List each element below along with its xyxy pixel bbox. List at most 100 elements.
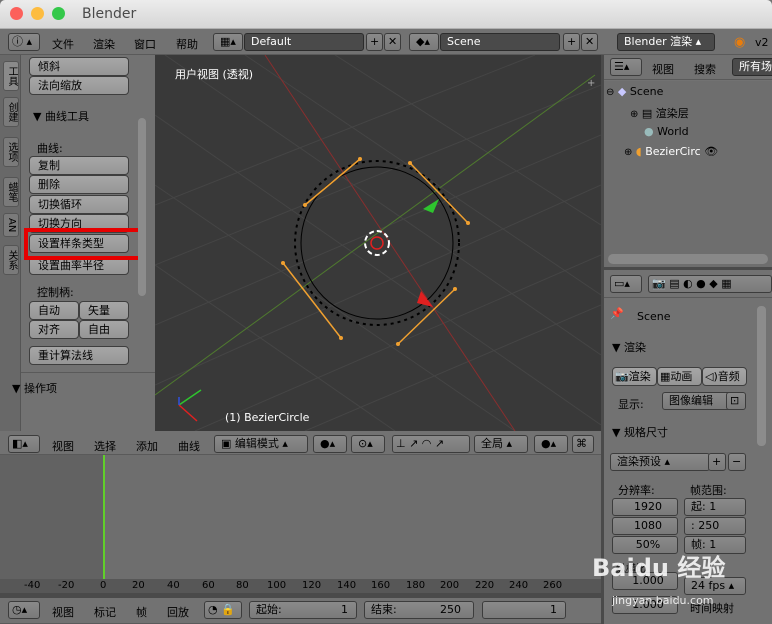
frame-start-field[interactable]: 起: 1 [684, 498, 746, 516]
visibility-eye-icon[interactable]: 👁 [704, 145, 718, 158]
add-region-icon[interactable]: + [587, 78, 595, 89]
layout-name-field[interactable]: Default [244, 33, 364, 51]
timeline-menu-view[interactable]: 视图 [52, 604, 74, 620]
viewport-editor-type-button[interactable]: ◧▴ [8, 435, 40, 453]
delete-button[interactable]: 删除 [29, 175, 129, 194]
timeline-menu-playback[interactable]: 回放 [167, 604, 189, 620]
manipulator-buttons[interactable]: ⊥ ↗ ◠ ↗ [392, 435, 470, 453]
lock-icon[interactable]: ⊡ [726, 392, 746, 410]
ruler-tick: 200 [440, 580, 460, 591]
tab-create[interactable]: 创建 [3, 97, 19, 127]
curve-tools-header[interactable]: ▼ 曲线工具 [33, 108, 89, 124]
handle-auto-button[interactable]: 自动 [29, 301, 79, 320]
display-dropdown[interactable]: 图像编辑 [662, 392, 732, 410]
remove-scene-icon[interactable]: ✕ [581, 33, 598, 51]
outliner-menu-view[interactable]: 视图 [652, 61, 674, 77]
editor-type-info-button[interactable]: ⓘ ▴ [8, 33, 40, 51]
resolution-label: 分辨率: [618, 484, 655, 497]
snap-toggle[interactable]: ⌘ [572, 435, 594, 453]
minimize-window-button[interactable] [31, 7, 44, 20]
divider [21, 372, 155, 373]
render-panel-header[interactable]: ▼ 渲染 [612, 339, 646, 355]
ruler-tick: 0 [100, 580, 107, 591]
outliner-filter-dropdown[interactable]: 所有场 [732, 58, 772, 76]
animation-button[interactable]: ▦动画 [657, 367, 702, 386]
render-preset-label: 渲染预设 [617, 455, 661, 468]
scene-icon-button[interactable]: ◆▴ [409, 33, 439, 51]
duplicate-button[interactable]: 复制 [29, 156, 129, 175]
current-frame-field[interactable]: 1 [482, 601, 566, 619]
area-divider-bottom[interactable] [0, 593, 604, 598]
tool-shelf-scrollbar[interactable] [138, 118, 146, 296]
viewport-menu-add[interactable]: 添加 [136, 438, 158, 454]
menu-render[interactable]: 渲染 [93, 36, 115, 52]
dimensions-panel-header[interactable]: ▼ 规格尺寸 [612, 424, 668, 440]
start-frame-field[interactable]: 起始: 1 [249, 601, 357, 619]
3d-viewport[interactable]: 用户视图 (透视) (1) BezierCircle + [155, 55, 601, 431]
resolution-x-field[interactable]: 1920 [612, 498, 678, 516]
operator-panel-header[interactable]: ▼ 操作项 [12, 380, 57, 396]
tab-grease-pencil[interactable]: 蜡笔 [3, 177, 19, 207]
handle-free-button[interactable]: 自由 [79, 320, 129, 339]
audio-button[interactable]: ◁)音频 [702, 367, 747, 386]
outliner-item-world[interactable]: ● World [644, 125, 770, 143]
timeline-ruler: -40 -20 0 20 40 60 80 100 120 140 160 18… [0, 579, 604, 593]
add-preset-icon[interactable]: + [708, 453, 726, 471]
add-layout-icon[interactable]: + [366, 33, 383, 51]
outliner-item-bezier[interactable]: ⊕ ◖ BezierCirc 👁 [624, 145, 770, 163]
mode-dropdown[interactable]: ▣ 编辑模式 ▴ [214, 435, 308, 453]
add-scene-icon[interactable]: + [563, 33, 580, 51]
orientation-dropdown[interactable]: 全局 ▴ [474, 435, 528, 453]
timeline-menu-marker[interactable]: 标记 [94, 604, 116, 620]
render-preset-dropdown[interactable]: 渲染预设 ▴ [610, 453, 710, 471]
shading-dropdown[interactable]: ●▴ [313, 435, 347, 453]
viewport-menu-curve[interactable]: 曲线 [178, 438, 200, 454]
resolution-y-field[interactable]: 1080 [612, 517, 678, 535]
recalc-normals-button[interactable]: 重计算法线 [29, 346, 129, 365]
toggle-cyclic-button[interactable]: 切换循环 [29, 195, 129, 214]
current-frame-indicator[interactable] [103, 455, 105, 579]
timeline-editor-type-button[interactable]: ◷▴ [8, 601, 40, 619]
zoom-window-button[interactable] [52, 7, 65, 20]
frame-end-field[interactable]: : 250 [684, 517, 746, 535]
remove-layout-icon[interactable]: ✕ [384, 33, 401, 51]
properties-context-tabs[interactable]: 📷 ▤ ◐ ● ◆ ▦ [648, 275, 772, 293]
keying-buttons[interactable]: ◔ 🔒 [204, 601, 242, 619]
area-divider-right[interactable] [604, 267, 772, 270]
outliner-item-scene[interactable]: ⊖ ◆ Scene [606, 85, 772, 103]
layers-dropdown[interactable]: ●▴ [534, 435, 568, 453]
end-frame-field[interactable]: 结束: 250 [364, 601, 474, 619]
handle-vector-button[interactable]: 矢量 [79, 301, 129, 320]
pivot-dropdown[interactable]: ⊙▴ [351, 435, 385, 453]
tab-relations[interactable]: 关系 [3, 245, 19, 275]
scene-name-field[interactable]: Scene [440, 33, 560, 51]
version-label: v2 [755, 36, 769, 49]
normal-scale-button[interactable]: 法向缩放 [29, 76, 129, 95]
menu-help[interactable]: 帮助 [176, 36, 198, 52]
viewport-menu-view[interactable]: 视图 [52, 438, 74, 454]
outliner-item-render-layers[interactable]: ⊕ ▤ 渲染层 [630, 105, 770, 123]
close-window-button[interactable] [10, 7, 23, 20]
render-engine-dropdown[interactable]: Blender 渲染 ▴ [617, 33, 715, 51]
menu-window[interactable]: 窗口 [134, 36, 156, 52]
viewport-menu-select[interactable]: 选择 [94, 438, 116, 454]
audio-button-label: 音频 [717, 370, 740, 383]
pin-icon[interactable]: 📌 [610, 307, 624, 320]
tab-an[interactable]: AN [3, 213, 19, 237]
outliner-scrollbar[interactable] [608, 254, 768, 264]
render-button[interactable]: 📷渲染 [612, 367, 657, 386]
properties-scrollbar[interactable] [757, 306, 766, 446]
tab-options[interactable]: 选项 [3, 137, 19, 167]
menu-file[interactable]: 文件 [52, 36, 74, 52]
outliner-editor-type-button[interactable]: ☰▴ [610, 58, 642, 76]
timeline-menu-frame[interactable]: 帧 [136, 604, 147, 620]
remove-preset-icon[interactable]: − [728, 453, 746, 471]
tilt-button[interactable]: 倾斜 [29, 57, 129, 76]
layout-icon-button[interactable]: ▦▴ [213, 33, 243, 51]
timeline-area[interactable]: -40 -20 0 20 40 60 80 100 120 140 160 18… [0, 455, 604, 593]
tab-tools[interactable]: 工具 [3, 61, 19, 91]
outliner-menu-search[interactable]: 搜索 [694, 61, 716, 77]
handle-align-button[interactable]: 对齐 [29, 320, 79, 339]
properties-editor-type-button[interactable]: ▭▴ [610, 275, 642, 293]
area-divider-vertical[interactable] [601, 55, 604, 624]
